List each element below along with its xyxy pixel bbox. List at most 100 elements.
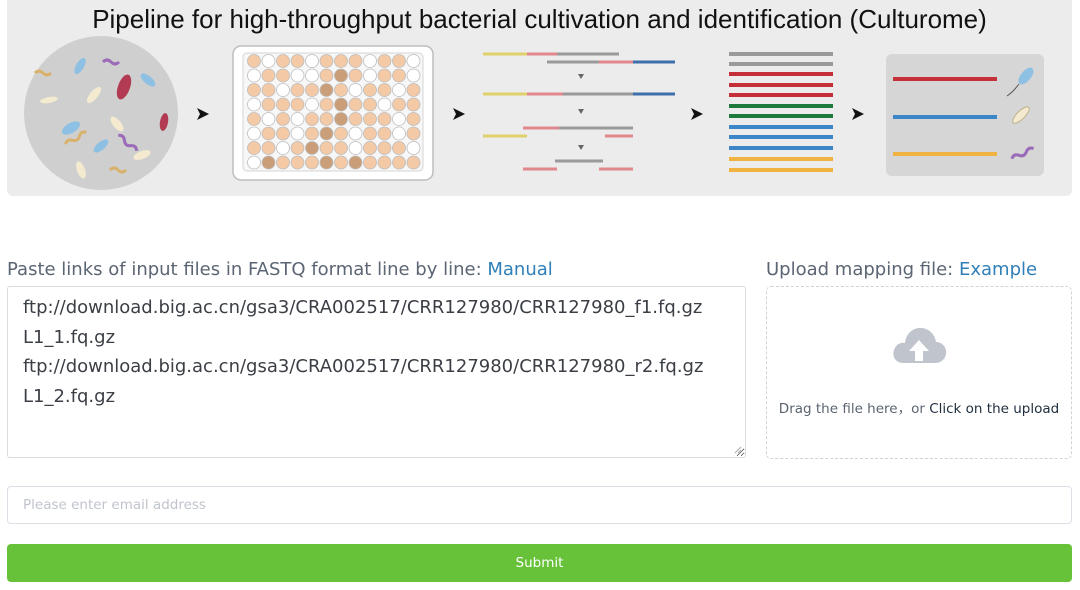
plate-well — [406, 126, 421, 141]
plate-well — [406, 54, 421, 68]
fastq-line: L1_1.fq.gz — [23, 326, 116, 348]
cloud-upload-icon — [893, 327, 947, 363]
plate-well — [363, 68, 377, 83]
plate-well — [319, 54, 334, 68]
plate-well — [290, 83, 305, 97]
identification-panel-icon — [886, 54, 1044, 176]
plate-well — [348, 141, 363, 155]
plate-well — [261, 126, 276, 141]
plate-well — [334, 83, 348, 97]
plate-well — [363, 112, 377, 126]
plate-well — [261, 155, 276, 170]
arrow-right-icon — [852, 108, 864, 120]
plate-well — [276, 141, 290, 155]
plate-well — [290, 155, 305, 170]
plate-well — [319, 155, 334, 170]
plate-well — [334, 68, 348, 83]
plate-well — [363, 54, 377, 68]
plate-well — [290, 54, 305, 68]
plate-well — [363, 141, 377, 155]
email-input[interactable] — [7, 486, 1072, 524]
plate-well — [305, 141, 319, 155]
plate-well — [247, 126, 261, 141]
plate-well — [290, 126, 305, 141]
banner-title: Pipeline for high-throughput bacterial c… — [92, 4, 987, 34]
click-upload-text[interactable]: Click on the upload — [929, 401, 1059, 417]
plate-well — [377, 68, 392, 83]
fastq-input-label: Paste links of input files in FASTQ form… — [7, 259, 553, 280]
plate-well — [276, 83, 290, 97]
plate-well — [247, 68, 261, 83]
plate-well — [290, 68, 305, 83]
plate-well — [377, 155, 392, 170]
plate-well — [406, 141, 421, 155]
plate-well — [319, 97, 334, 112]
plate-well — [334, 97, 348, 112]
plate-well — [319, 83, 334, 97]
plate-well — [392, 83, 406, 97]
plate-well — [363, 97, 377, 112]
example-link[interactable]: Example — [959, 259, 1037, 280]
plate-well — [334, 54, 348, 68]
plate-well — [276, 68, 290, 83]
plate-well — [247, 83, 261, 97]
plate-well — [348, 112, 363, 126]
submit-button[interactable]: Submit — [7, 544, 1072, 582]
plate-well — [247, 54, 261, 68]
plate-well — [377, 54, 392, 68]
plate-well — [377, 126, 392, 141]
plate-well — [305, 68, 319, 83]
plate-well — [406, 83, 421, 97]
plate-well — [247, 97, 261, 112]
upload-hint: Drag the file here，or Click on the uploa… — [767, 397, 1071, 417]
plate-well — [363, 155, 377, 170]
mapping-file-label: Upload mapping file: Example — [766, 259, 1037, 280]
plate-well — [305, 112, 319, 126]
plate-well — [319, 126, 334, 141]
plate-well — [377, 112, 392, 126]
plate-well — [392, 54, 406, 68]
plate-well — [261, 112, 276, 126]
plate-well — [305, 54, 319, 68]
plate-well — [290, 112, 305, 126]
sequence-reads-icon — [483, 52, 675, 171]
manual-link[interactable]: Manual — [487, 259, 552, 280]
fastq-label-text: Paste links of input files in FASTQ form… — [7, 259, 482, 280]
plate-well — [348, 155, 363, 170]
plate-well — [276, 97, 290, 112]
plate-well — [290, 141, 305, 155]
plate-well — [406, 97, 421, 112]
plate-well — [305, 97, 319, 112]
plate-well — [276, 54, 290, 68]
plate-well — [392, 155, 406, 170]
well-plate-icon — [232, 45, 434, 181]
pipeline-banner: Pipeline for high-throughput bacterial c… — [7, 0, 1072, 196]
plate-well — [348, 54, 363, 68]
plate-well — [305, 155, 319, 170]
plate-well — [377, 97, 392, 112]
plate-well — [261, 68, 276, 83]
plate-well — [348, 126, 363, 141]
plate-well — [392, 97, 406, 112]
plate-well — [392, 68, 406, 83]
plate-well — [392, 112, 406, 126]
sequence-stack-icon — [729, 52, 833, 172]
mapping-label-text: Upload mapping file: — [766, 259, 954, 280]
plate-well — [348, 83, 363, 97]
arrow-right-icon — [197, 108, 209, 120]
plate-well — [406, 68, 421, 83]
arrow-right-icon — [691, 108, 703, 120]
plate-well — [276, 112, 290, 126]
plate-well — [319, 68, 334, 83]
plate-well — [363, 83, 377, 97]
plate-well — [247, 141, 261, 155]
fastq-links-textarea[interactable]: ftp://download.big.ac.cn/gsa3/CRA002517/… — [7, 286, 746, 458]
resize-handle-icon[interactable] — [734, 446, 742, 454]
fastq-line: ftp://download.big.ac.cn/gsa3/CRA002517/… — [23, 356, 704, 377]
plate-well — [261, 54, 276, 68]
plate-well — [261, 141, 276, 155]
plate-well — [276, 155, 290, 170]
upload-dropzone[interactable]: Drag the file here，or Click on the uploa… — [766, 286, 1072, 459]
plate-well — [319, 112, 334, 126]
arrow-right-icon — [453, 108, 465, 120]
